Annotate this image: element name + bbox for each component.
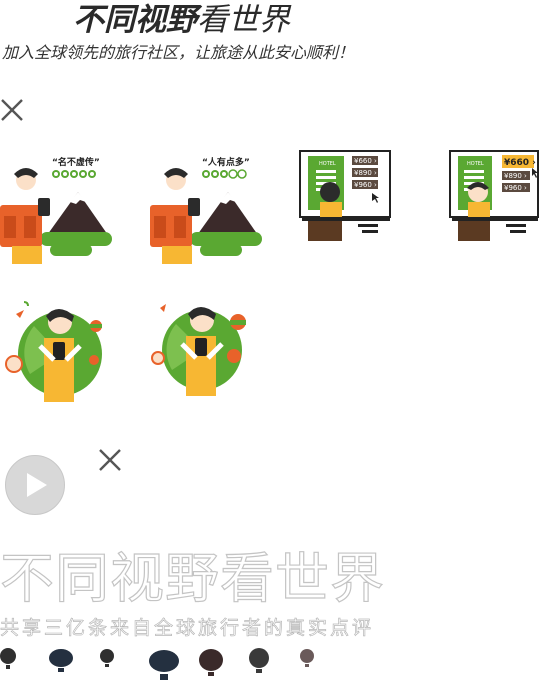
hotel-sign: HOTEL — [319, 161, 336, 167]
balloon-icon — [0, 648, 16, 669]
review-illustration-1: “名不虚传” — [0, 150, 120, 266]
price-tag: ¥890 › — [504, 172, 527, 180]
phone-user-art — [5, 301, 102, 402]
header-title: 不同视野看世界 — [73, 0, 290, 40]
close-icon — [1, 99, 23, 121]
close-button[interactable] — [98, 448, 124, 474]
hotel-illustration-2: HOTEL ¥660 › ¥890 › ¥960 › — [448, 150, 542, 242]
hotel-sign: HOTEL — [467, 161, 484, 167]
header-subtitle: 加入全球领先的旅行社区，让旅途从此安心顺利！ — [2, 43, 355, 62]
phone-user-art — [151, 304, 246, 396]
balloon-icon — [100, 649, 114, 667]
play-icon — [27, 473, 47, 497]
play-button[interactable] — [5, 455, 65, 515]
price-tag: ¥960 › — [354, 181, 377, 189]
close-button[interactable] — [0, 98, 26, 124]
price-tag: ¥960 › — [504, 184, 527, 192]
hotel-illustration-1: HOTEL ¥660 › ¥890 › ¥960 › — [298, 150, 394, 242]
phone-user-illustration-2 — [148, 296, 252, 400]
balloon-icon — [249, 648, 269, 673]
price-tag-highlight: ¥660 › — [504, 158, 536, 168]
price-tag: ¥890 › — [354, 169, 377, 177]
price-tag: ¥660 › — [354, 157, 377, 165]
traveler-mountain-art — [0, 168, 112, 264]
header-title-bold: 不同视野 — [73, 2, 197, 38]
promo-title: 不同视野看世界 — [0, 547, 385, 610]
review-illustration-2: “人有点多” — [150, 150, 270, 266]
balloon-icon — [149, 650, 179, 680]
balloon-row — [0, 648, 314, 680]
phone-user-illustration-1 — [0, 296, 108, 404]
balloon-icon — [49, 649, 73, 672]
monitor-hotel-art: HOTEL ¥660 › ¥890 › ¥960 › — [449, 150, 539, 241]
promo-subtitle: 共享三亿条来自全球旅行者的真实点评 — [0, 617, 375, 640]
balloon-icon — [199, 649, 223, 676]
header-title-light: 看世界 — [197, 2, 290, 38]
balloon-icon — [300, 649, 314, 667]
close-icon — [99, 449, 121, 471]
traveler-mountain-art — [150, 168, 262, 264]
monitor-hotel-art: HOTEL ¥660 › ¥890 › ¥960 › — [299, 150, 391, 241]
